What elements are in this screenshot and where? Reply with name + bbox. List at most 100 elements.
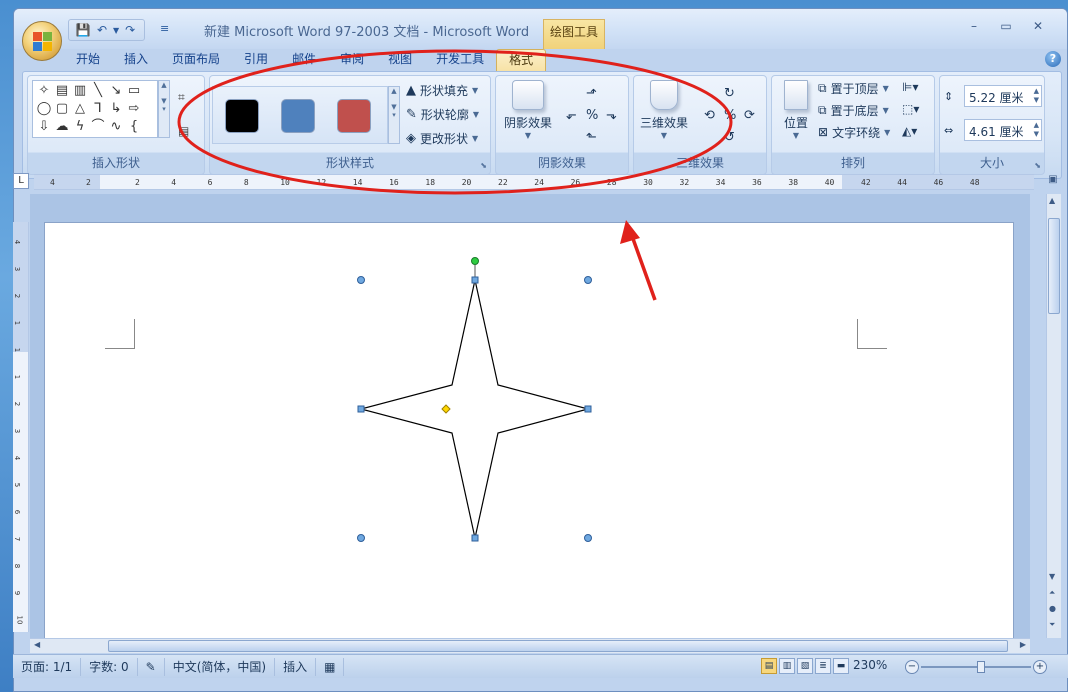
position-button[interactable]: 位置 ▼ <box>774 80 818 140</box>
save-icon[interactable]: 💾 <box>75 22 91 38</box>
rounded-rect-shape-icon[interactable]: ▢ <box>53 100 71 118</box>
nudge-shadow-left-icon[interactable]: ⬐ <box>566 108 577 123</box>
proofing-icon[interactable]: ✎ <box>138 657 165 676</box>
tilt-down-icon[interactable]: ↺ <box>724 130 735 145</box>
resize-handle-br[interactable] <box>584 534 592 542</box>
language-indicator[interactable]: 中文(简体，中国) <box>165 657 276 676</box>
help-icon[interactable]: ? <box>1045 51 1061 67</box>
3d-effects-button[interactable]: 三维效果 ▼ <box>636 80 692 140</box>
resize-handle-t[interactable] <box>471 276 479 284</box>
tab-mailings[interactable]: 邮件 <box>280 49 328 71</box>
textbox-shape-icon[interactable]: ▤ <box>53 82 71 100</box>
shape-outline-button[interactable]: ✎ 形状轮廓 ▼ <box>406 104 479 124</box>
web-layout-icon[interactable]: ▧ <box>797 658 813 674</box>
elbow-connector-shape-icon[interactable]: ⅂ <box>89 100 107 118</box>
resize-handle-tl[interactable] <box>357 276 365 284</box>
resize-handle-tr[interactable] <box>584 276 592 284</box>
tilt-up-icon[interactable]: ↻ <box>724 86 735 101</box>
3d-toggle-icon[interactable]: % <box>724 108 736 123</box>
tab-references[interactable]: 引用 <box>232 49 280 71</box>
dialog-launcher-icon[interactable]: ⬊ <box>1034 161 1041 170</box>
zoom-level[interactable]: 230% <box>853 658 887 672</box>
resize-handle-bl[interactable] <box>357 534 365 542</box>
office-button[interactable] <box>22 21 62 61</box>
spinner-icon[interactable]: ▲ ▼ <box>1034 121 1039 139</box>
style-swatch-red[interactable] <box>337 99 371 133</box>
style-gallery[interactable] <box>212 86 388 144</box>
four-point-star-shape[interactable] <box>358 279 591 539</box>
shadow-effects-button[interactable]: 阴影效果 ▼ <box>500 80 556 140</box>
rotation-handle[interactable] <box>471 257 479 265</box>
resize-handle-l[interactable] <box>357 405 365 413</box>
arrow-line-shape-icon[interactable]: ↘ <box>107 82 125 100</box>
scroll-left-icon[interactable]: ◀ <box>34 640 40 649</box>
undo-icon[interactable]: ↶ <box>94 22 110 38</box>
zoom-in-icon[interactable]: + <box>1033 660 1047 674</box>
tab-view[interactable]: 视图 <box>376 49 424 71</box>
nudge-shadow-down-icon[interactable]: ⬑ <box>586 130 597 145</box>
change-shape-button[interactable]: ◈ 更改形状 ▼ <box>406 128 478 148</box>
tab-page-layout[interactable]: 页面布局 <box>160 49 232 71</box>
customize-qat-icon[interactable]: ≡ <box>160 22 169 35</box>
callout-shape-icon[interactable]: ☁ <box>53 118 71 136</box>
resize-handle-r[interactable] <box>584 405 592 413</box>
word-count[interactable]: 字数: 0 <box>81 657 138 676</box>
insert-mode[interactable]: 插入 <box>275 657 317 676</box>
document-page[interactable] <box>44 222 1014 642</box>
previous-page-icon[interactable]: ⏶ <box>1049 588 1055 598</box>
horizontal-scrollbar[interactable]: ◀ ▶ <box>30 638 1030 653</box>
scroll-down-icon[interactable]: ▼ <box>1049 572 1055 581</box>
scroll-right-icon[interactable]: ▶ <box>1020 640 1026 649</box>
dialog-launcher-icon[interactable]: ⬊ <box>480 161 487 170</box>
shape-height-field[interactable]: 5.22 厘米 ▲ ▼ <box>964 85 1042 107</box>
zoom-out-icon[interactable]: − <box>905 660 919 674</box>
draft-view-icon[interactable]: ▬ <box>833 658 849 674</box>
select-browse-object-icon[interactable]: ● <box>1049 604 1056 613</box>
full-screen-reading-icon[interactable]: ▥ <box>779 658 795 674</box>
nudge-shadow-right-icon[interactable]: ⬎ <box>606 108 617 123</box>
tab-review[interactable]: 审阅 <box>328 49 376 71</box>
nudge-shadow-up-icon[interactable]: ⬏ <box>586 86 597 101</box>
rectangle-shape-icon[interactable]: ▭ <box>125 82 143 100</box>
undo-dropdown-icon[interactable]: ▼ <box>113 26 119 35</box>
draw-textbox-icon[interactable]: ▤ <box>178 124 189 138</box>
minimize-button[interactable]: – <box>959 19 989 37</box>
zoom-slider[interactable]: − + <box>905 660 1055 674</box>
tab-home[interactable]: 开始 <box>64 49 112 71</box>
vertical-textbox-shape-icon[interactable]: ▥ <box>71 82 89 100</box>
brace-shape-icon[interactable]: { <box>125 118 143 136</box>
rotate-icon[interactable]: ◭▾ <box>902 124 917 138</box>
horizontal-ruler[interactable]: 4 2 2 4 6 8 10 12 14 16 18 20 22 24 26 28 30 32 34 36 38 40 42… <box>34 174 1034 190</box>
tilt-right-icon[interactable]: ⟳ <box>744 108 755 123</box>
elbow-arrow-shape-icon[interactable]: ↳ <box>107 100 125 118</box>
shadow-toggle-icon[interactable]: % <box>586 108 598 123</box>
star4-shape-icon[interactable]: ✧ <box>35 82 53 100</box>
tilt-left-icon[interactable]: ⟲ <box>704 108 715 123</box>
outline-view-icon[interactable]: ≣ <box>815 658 831 674</box>
vertical-scrollbar[interactable]: ▲ ▼ ⏶ ● ⏷ <box>1046 194 1061 638</box>
shape-width-field[interactable]: 4.61 厘米 ▲ ▼ <box>964 119 1042 141</box>
edit-points-icon[interactable]: ⌗ <box>178 90 185 105</box>
triangle-shape-icon[interactable]: △ <box>71 100 89 118</box>
shape-gallery-scroll[interactable]: ▲ ▼ ▾ <box>158 80 170 138</box>
vertical-scroll-thumb[interactable] <box>1048 218 1060 314</box>
shape-fill-button[interactable]: ▲ 形状填充 ▼ <box>406 80 478 100</box>
view-ruler-icon[interactable]: ▣ <box>1045 174 1061 190</box>
spinner-icon[interactable]: ▲ ▼ <box>1034 87 1039 105</box>
print-layout-icon[interactable]: ▤ <box>761 658 777 674</box>
arc-shape-icon[interactable]: ⌒ <box>89 118 107 136</box>
shape-gallery[interactable]: ✧ ▤ ▥ ╲ ↘ ▭ ◯ ▢ △ ⅂ ↳ ⇨ ⇩ ☁ ϟ ⌒ ∿ { <box>32 80 158 138</box>
align-icon[interactable]: ⊫▾ <box>902 80 918 94</box>
zoom-slider-thumb[interactable] <box>977 661 985 673</box>
macro-record-icon[interactable]: ▦ <box>316 657 345 676</box>
down-arrow-shape-icon[interactable]: ⇩ <box>35 118 53 136</box>
resize-handle-b[interactable] <box>471 534 479 542</box>
curve-shape-icon[interactable]: ∿ <box>107 118 125 136</box>
next-page-icon[interactable]: ⏷ <box>1049 620 1055 630</box>
scroll-up-icon[interactable]: ▲ <box>1049 196 1055 205</box>
bring-to-front-button[interactable]: ⧉ 置于顶层 ▼ <box>818 78 889 98</box>
style-swatch-blue[interactable] <box>281 99 315 133</box>
freeform-shape-icon[interactable]: ϟ <box>71 118 89 136</box>
tab-developer[interactable]: 开发工具 <box>424 49 496 71</box>
style-gallery-scroll[interactable]: ▲ ▼ ▾ <box>388 86 400 144</box>
